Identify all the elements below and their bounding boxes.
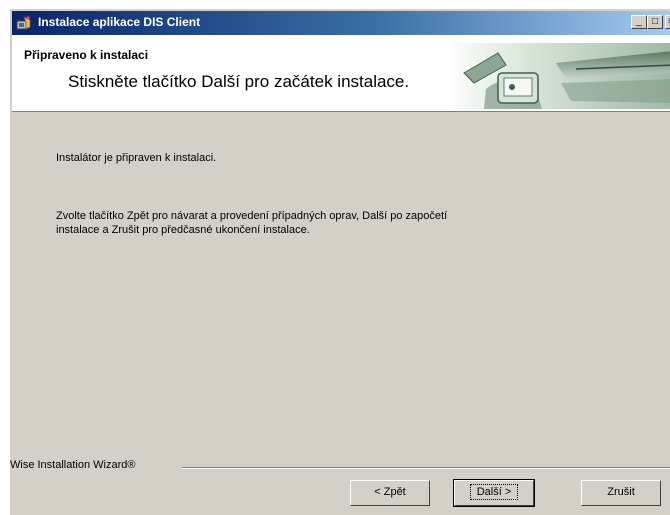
close-button[interactable]: × (665, 15, 670, 29)
minimize-button[interactable]: _ (631, 15, 647, 29)
cancel-button-label: Zrušit (607, 486, 635, 498)
installer-window: Instalace aplikace DIS Client _ □ × Přip… (9, 8, 670, 515)
minimize-icon: _ (636, 16, 642, 27)
page-title: Připraveno k instalaci (24, 48, 149, 62)
back-button-label: < Zpět (374, 486, 406, 498)
ready-message: Instalátor je připraven k instalaci. (56, 152, 217, 164)
title-bar[interactable]: Instalace aplikace DIS Client _ □ × (12, 11, 670, 35)
maximize-icon: □ (651, 16, 659, 27)
next-button[interactable]: Další > (453, 479, 535, 507)
window-title: Instalace aplikace DIS Client (38, 15, 201, 29)
computer-banner-graphic (446, 43, 670, 109)
next-button-label: Další > (469, 484, 519, 500)
footer-divider (182, 467, 670, 469)
brand-label: Wise Installation Wizard® (10, 459, 136, 471)
back-button[interactable]: < Zpět (350, 480, 430, 506)
page-subtitle: Stiskněte tlačítko Další pro začátek ins… (68, 72, 410, 91)
cancel-button[interactable]: Zrušit (581, 480, 661, 506)
header-panel: Připraveno k instalaci Stiskněte tlačítk… (12, 35, 670, 112)
instructions-line-1: Zvolte tlačítko Zpět pro návarat a prove… (56, 210, 448, 222)
installer-icon (16, 16, 31, 30)
maximize-button[interactable]: □ (647, 15, 663, 29)
instructions-line-2: instalace a Zrušit pro předčasné ukončen… (56, 224, 310, 236)
